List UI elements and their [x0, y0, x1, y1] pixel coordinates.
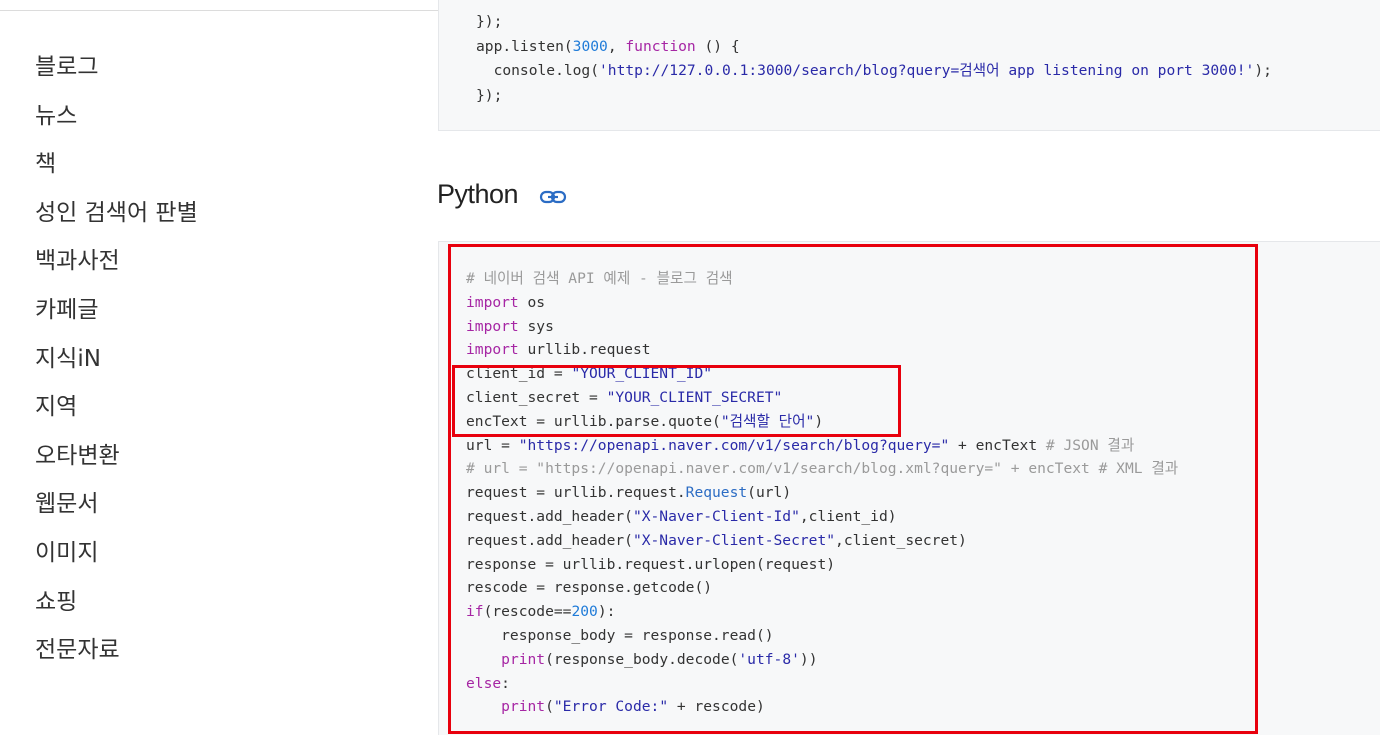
code-line: client_secret = "YOUR_CLIENT_SECRET"	[466, 388, 783, 406]
sidebar-nav: 블로그 뉴스 책 성인 검색어 판별 백과사전 카페글 지식iN 지역 오타변환…	[35, 47, 415, 679]
code-line: import urllib.request	[466, 341, 651, 359]
code-line: request.add_header("X-Naver-Client-Secre…	[466, 531, 967, 549]
sidebar-item-shopping[interactable]: 쇼핑	[35, 582, 415, 631]
sidebar-item-errata[interactable]: 오타변환	[35, 436, 415, 485]
code-line: import os	[466, 293, 546, 311]
code-line: });	[476, 86, 503, 104]
sidebar-item-local[interactable]: 지역	[35, 387, 415, 436]
code-line: console.log('http://127.0.0.1:3000/searc…	[476, 62, 1272, 79]
code-line: response = urllib.request.urlopen(reques…	[466, 555, 836, 573]
section-title-python: Python	[437, 179, 519, 209]
sidebar-item-doc[interactable]: 전문자료	[35, 630, 415, 679]
code-line: request = urllib.request.Request(url)	[466, 484, 792, 502]
code-line: request.add_header("X-Naver-Client-Id",c…	[466, 507, 897, 525]
sidebar-item-webdoc[interactable]: 웹문서	[35, 484, 415, 533]
code-line: # 네이버 검색 API 예제 - 블로그 검색	[466, 270, 733, 287]
sidebar-item-adult-check[interactable]: 성인 검색어 판별	[35, 193, 415, 242]
code-line: rescode = response.getcode()	[466, 579, 713, 597]
code-python: # 네이버 검색 API 예제 - 블로그 검색 import os import …	[466, 267, 1178, 719]
code-line: if(rescode==200):	[466, 603, 616, 621]
code-line: app.listen(3000, function () {	[476, 37, 740, 55]
code-line: response_body = response.read()	[466, 626, 774, 644]
sidebar-item-blog[interactable]: 블로그	[35, 47, 415, 96]
sidebar-item-encyclopedia[interactable]: 백과사전	[35, 241, 415, 290]
code-line: print(response_body.decode('utf-8'))	[501, 650, 818, 668]
code-line: });	[476, 13, 503, 30]
code-line: encText = urllib.parse.quote("검색할 단어")	[466, 412, 824, 430]
code-line: import sys	[466, 317, 554, 335]
sidebar-item-kin[interactable]: 지식iN	[35, 339, 415, 388]
code-nodejs: }); app.listen(3000, function () { consol…	[476, 10, 1272, 108]
sidebar-item-image[interactable]: 이미지	[35, 533, 415, 582]
sidebar-item-cafe[interactable]: 카페글	[35, 290, 415, 339]
sidebar-item-book[interactable]: 책	[35, 144, 415, 193]
code-line: else:	[466, 674, 510, 692]
link-icon[interactable]	[539, 188, 567, 206]
code-line: client_id = "YOUR_CLIENT_ID"	[466, 365, 713, 383]
code-line: print("Error Code:" + rescode)	[501, 698, 765, 716]
code-line: # url = "https://openapi.naver.com/v1/se…	[466, 460, 1179, 478]
code-line: url = "https://openapi.naver.com/v1/sear…	[466, 436, 1135, 454]
sidebar-item-news[interactable]: 뉴스	[35, 96, 415, 145]
